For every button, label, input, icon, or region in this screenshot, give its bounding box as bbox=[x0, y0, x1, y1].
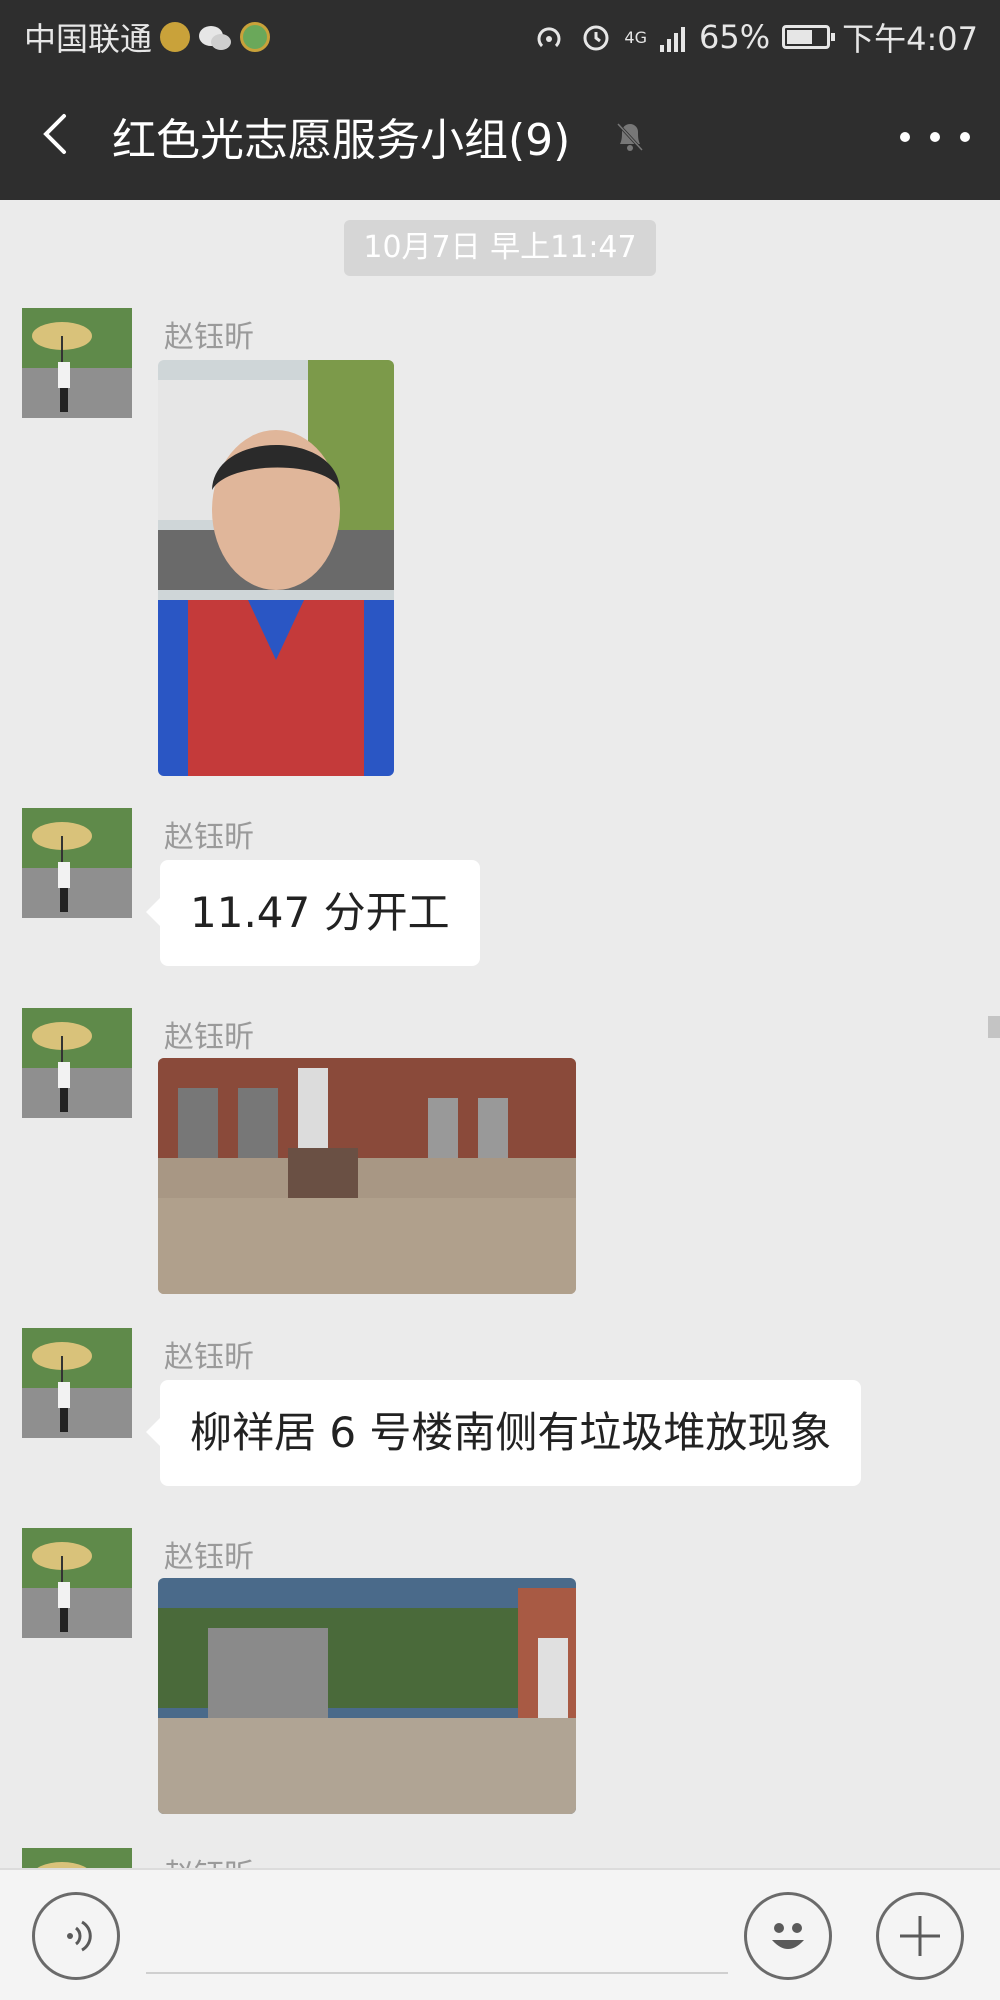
network-type: 4G bbox=[624, 27, 647, 47]
status-left: 中国联通 bbox=[24, 14, 271, 60]
sender-name: 赵钰昕 bbox=[164, 1020, 254, 1055]
alarm-icon bbox=[580, 21, 612, 53]
chat-message-list[interactable]: 10月7日 早上11:47 赵钰昕 赵钰昕 11.47 分开工 赵钰昕 赵钰昕 … bbox=[0, 200, 1000, 1868]
carrier-name: 中国联通 bbox=[24, 20, 153, 58]
emoji-button[interactable] bbox=[744, 1892, 832, 1980]
chevron-left-icon bbox=[43, 114, 66, 154]
sender-avatar[interactable] bbox=[22, 308, 132, 418]
sender-name: 赵钰昕 bbox=[164, 1340, 254, 1375]
sender-name: 赵钰昕 bbox=[164, 1850, 254, 1868]
more-dot bbox=[960, 132, 970, 142]
message-input-bar bbox=[0, 1868, 1000, 2000]
voice-icon bbox=[67, 1920, 92, 1952]
battery-percent: 65% bbox=[699, 18, 771, 56]
back-button[interactable] bbox=[28, 104, 88, 164]
sender-avatar[interactable] bbox=[22, 1328, 132, 1438]
more-dot bbox=[900, 132, 910, 142]
sender-avatar[interactable] bbox=[22, 808, 132, 918]
message-timestamp: 10月7日 早上11:47 bbox=[344, 220, 656, 276]
plus-icon bbox=[900, 1916, 940, 1956]
sender-avatar[interactable] bbox=[22, 1008, 132, 1118]
hotspot-icon bbox=[534, 22, 568, 52]
scrollbar[interactable] bbox=[988, 1016, 1000, 1038]
app-notification-icon bbox=[240, 22, 271, 52]
status-time: 下午4:07 bbox=[842, 20, 978, 58]
text-message[interactable]: 11.47 分开工 bbox=[146, 860, 480, 966]
sender-avatar[interactable] bbox=[22, 1528, 132, 1638]
voice-input-button[interactable] bbox=[32, 1892, 120, 1980]
sender-name: 赵钰昕 bbox=[164, 320, 254, 355]
emoji-icon bbox=[772, 1923, 804, 1949]
image-message[interactable] bbox=[158, 360, 394, 776]
sender-name: 赵钰昕 bbox=[164, 1540, 254, 1575]
image-message[interactable] bbox=[158, 1058, 576, 1294]
sender-avatar[interactable] bbox=[22, 1848, 132, 1868]
wechat-notification-icon bbox=[198, 23, 232, 51]
sender-name: 赵钰昕 bbox=[164, 820, 254, 855]
image-message[interactable] bbox=[158, 1578, 576, 1814]
more-dot bbox=[930, 132, 940, 142]
more-options-button[interactable] bbox=[900, 112, 970, 162]
mail-notification-icon bbox=[160, 22, 191, 52]
battery-icon bbox=[782, 25, 836, 49]
more-functions-button[interactable] bbox=[876, 1892, 964, 1980]
signal-icon bbox=[659, 23, 687, 52]
text-message[interactable]: 柳祥居 6 号楼南侧有垃圾堆放现象 bbox=[145, 1380, 862, 1486]
message-text-field[interactable] bbox=[146, 1908, 728, 1974]
chat-title[interactable]: 红色光志愿服务小组(9) bbox=[112, 104, 570, 168]
status-bar: 中国联通 4G 65% 下午4:07 bbox=[0, 0, 1000, 68]
status-right: 4G 65% 下午4:07 bbox=[534, 14, 978, 60]
chat-header: 红色光志愿服务小组(9) bbox=[0, 68, 1000, 200]
bell-muted-icon bbox=[610, 116, 650, 156]
